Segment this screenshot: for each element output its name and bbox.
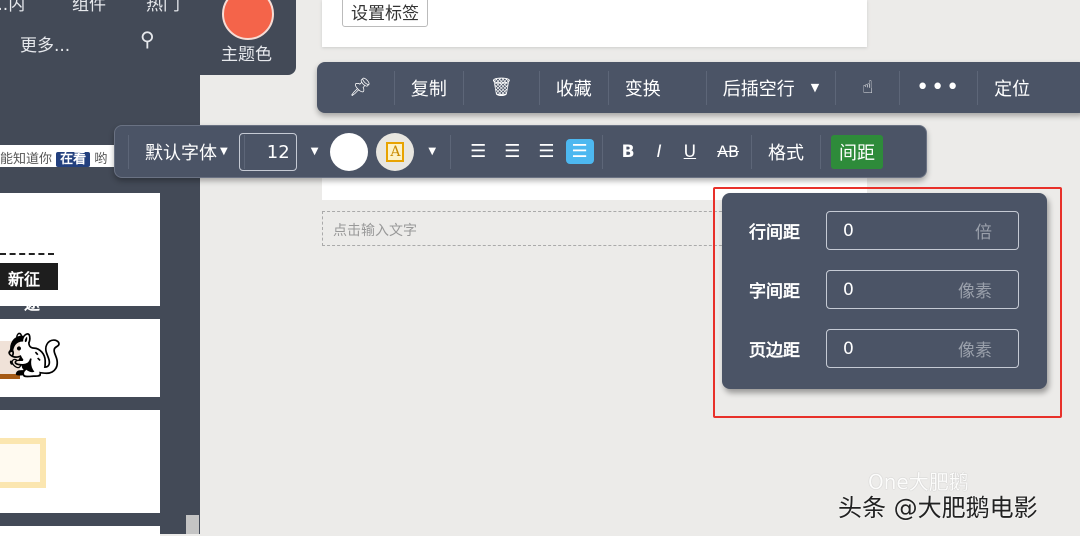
chevron-down-icon[interactable]: ▼ [811,81,819,94]
spacing-button[interactable]: 间距 [831,134,884,169]
page-margin-label: 页边距 [749,341,800,361]
bold-button[interactable]: B [622,142,635,162]
trash-icon[interactable]: 🗑︎ [464,70,540,105]
divider [601,134,603,169]
italic-button[interactable]: I [657,142,662,162]
hint-tag: 在看 [56,152,91,167]
font-size-input[interactable]: 12 [238,132,297,171]
hand-pointer-icon[interactable]: ☝ [836,70,901,105]
value: 0 [843,220,854,241]
spacing-panel: 行间距 0 倍 字间距 0 像素 页边距 0 像素 [722,193,1047,389]
strikethrough-button[interactable]: AB [717,142,739,161]
collect-button[interactable]: 收藏 [540,70,609,105]
text-input-placeholder[interactable]: 点击输入文字 [322,211,742,246]
highlight-color-icon[interactable]: A [376,132,415,171]
divider [450,134,452,169]
font-label: 默认字体 [145,142,217,164]
format-button[interactable]: 格式 [751,134,822,169]
nav-item[interactable]: 组件 [72,0,106,15]
chevron-down-icon[interactable]: ▼ [428,146,436,157]
align-right-icon[interactable]: ☰ [538,141,554,162]
divider [115,134,129,169]
font-size-dropdown-icon[interactable]: ▼ [311,146,319,157]
align-justify-icon[interactable]: ☰ [565,139,594,164]
hint-text: 能知道你 [0,152,53,167]
align-center-icon[interactable]: ☰ [504,141,520,162]
template-card[interactable] [0,526,160,536]
text-color-swatch[interactable] [330,132,369,171]
unit: 像素 [958,341,992,361]
theme-label: 主题色 [221,45,272,65]
hint-text: 哟 [94,152,108,167]
letter-spacing-label: 字间距 [749,282,800,302]
dashed-line [0,253,54,255]
unit: 倍 [975,223,992,243]
card-title: 新征途 [0,263,58,313]
line-spacing-label: 行间距 [749,223,800,243]
font-select[interactable]: 默认字体 ▼ [129,134,245,169]
scrollbar[interactable] [186,515,199,534]
insert-after-label: 后插空行 [722,78,795,100]
text-toolbar: 默认字体 ▼ 12 ▼ A ▼ ☰ ☰ ☰ ☰ B I U AB 格式 间距 [114,125,927,178]
top-nav: ...内 组件 热门 更多... ⚲ 主题色 [0,0,296,75]
letter-spacing-input[interactable]: 0 像素 [826,270,1019,309]
template-card[interactable]: 新征途 [0,193,160,313]
scroll-frame [0,438,46,488]
chevron-down-icon: ▼ [220,146,228,157]
copy-button[interactable]: 复制 [395,70,464,105]
nav-more[interactable]: 更多... [20,31,70,56]
align-left-icon[interactable]: ☰ [470,141,486,162]
search-icon[interactable]: ⚲ [140,27,155,51]
unit: 像素 [958,282,992,302]
transform-button[interactable]: 变换 [609,70,707,105]
line-spacing-row: 行间距 0 倍 [749,211,1019,250]
pin-icon[interactable]: 📌︎ [317,70,395,105]
set-tag-button[interactable]: 设置标签 [342,0,428,27]
block-toolbar: 📌︎ 复制 🗑︎ 收藏 变换 后插空行 ▼ ☝ ••• 定位 [317,62,1080,113]
content-card: 设置标签 [322,0,867,47]
nav-item[interactable]: ...内 [0,0,25,15]
watermark: 头条 @大肥鹅电影 [838,494,1038,522]
insert-after-button[interactable]: 后插空行 ▼ [707,70,837,105]
underline-button[interactable]: U [684,142,696,162]
letter-spacing-row: 字间距 0 像素 [749,270,1019,309]
more-icon[interactable]: ••• [900,70,979,105]
nav-item[interactable]: 热门 [146,0,180,15]
locate-button[interactable]: 定位 [978,71,1046,105]
value: 0 [843,338,854,359]
template-card[interactable] [0,410,160,513]
page-margin-input[interactable]: 0 像素 [826,329,1019,368]
line-spacing-input[interactable]: 0倍 [826,211,1019,250]
squirrel-icon: 🐿 [6,330,62,381]
page-margin-row: 页边距 0 像素 [749,329,1019,368]
template-card[interactable]: 🐿 [0,319,160,397]
value: 0 [843,279,854,300]
theme-color-swatch[interactable] [222,0,274,40]
